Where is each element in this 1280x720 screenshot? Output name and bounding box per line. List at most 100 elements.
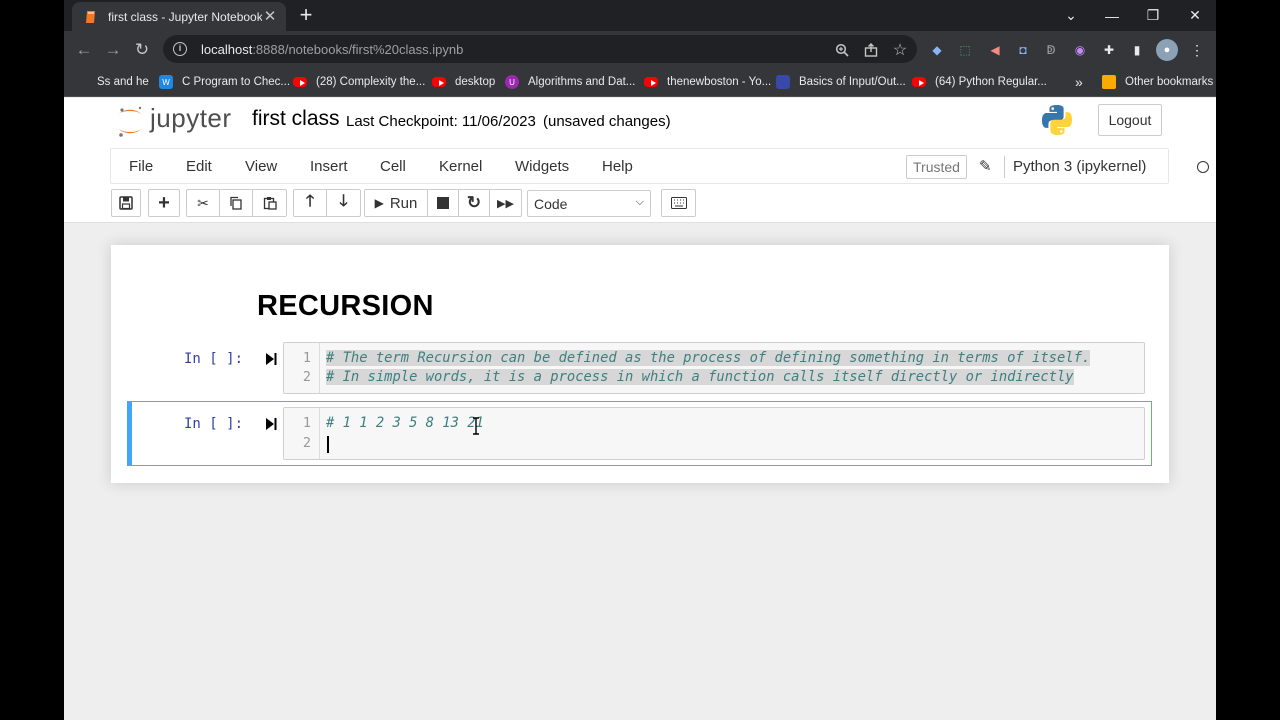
menu-view[interactable]: View [245,158,277,175]
markdown-heading[interactable]: RECURSION [257,290,434,323]
move-up-button[interactable]: 🡑 [294,190,327,216]
kernel-name[interactable]: Python 3 (ipykernel) [1004,156,1146,178]
notebook-favicon-icon [84,10,98,24]
share-icon[interactable] [862,41,880,59]
paste-button[interactable] [253,190,286,216]
youtube-icon [912,77,926,87]
cell-type-select[interactable]: Code ⌵ [527,190,651,217]
clipboard-icon [263,197,277,210]
other-bookmarks[interactable]: Other bookmarks [1102,68,1213,96]
edit-mode-pencil-icon: ✎ [979,158,992,175]
menu-edit[interactable]: Edit [186,158,212,175]
extension-circle-icon[interactable]: ◉ [1071,41,1089,59]
arrow-down-icon: 🡓 [339,192,348,210]
interrupt-button[interactable] [428,190,459,216]
bookmark-item[interactable]: Basics of Input/Out... [776,68,906,96]
zoom-icon[interactable] [833,41,851,59]
tab-search-icon[interactable]: ⌄ [1050,0,1092,31]
url-host: localhost [201,41,253,57]
reload-icon[interactable]: ↻ [130,38,154,62]
line-number: 2 [302,435,311,451]
browser-toolbar: ← → ↻ i localhost :8888/notebooks/first%… [64,31,1216,68]
jupyter-wordmark: jupyter [150,103,232,133]
scissors-icon: ✂ [197,194,209,211]
fast-forward-icon: ▶▶ [497,197,514,210]
bookmark-item[interactable]: Ss and he [74,68,149,96]
stop-icon [437,197,449,209]
line-number-gutter: 1 2 [284,408,320,459]
extension-green-icon[interactable]: ⬚ [956,41,974,59]
run-button[interactable]: ▶ Run [365,190,428,216]
menu-widgets[interactable]: Widgets [515,158,569,175]
close-tab-icon[interactable]: ✕ [262,8,278,25]
code-cell-editor[interactable]: 1 2 # 1 1 2 3 5 8 13 21 [283,407,1145,460]
restart-kernel-button[interactable]: ↻ [459,190,490,216]
bookmark-item[interactable]: (28) Complexity the... [293,68,425,96]
bookmark-item[interactable]: desktop [432,68,495,96]
extension-puzzle-blue-icon[interactable]: ◆ [928,41,946,59]
browser-menu-icon[interactable]: ⋮ [1188,41,1206,59]
bookmark-item[interactable]: thenewboston - Yo... [644,68,771,96]
restore-button[interactable]: ❐ [1132,0,1174,31]
menu-insert[interactable]: Insert [310,158,348,175]
menu-help[interactable]: Help [602,158,633,175]
site-favicon-icon [776,75,790,89]
copy-icon [230,196,242,210]
mouse-ibeam-cursor-icon [473,417,479,435]
keyboard-icon [670,197,687,209]
extension-leaf-icon[interactable]: ↁ [1042,41,1060,59]
cut-button[interactable]: ✂ [187,190,220,216]
bookmarks-bar: Ss and he W C Program to Chec... (28) Co… [64,68,1216,97]
more-bookmarks-button[interactable]: » [1075,68,1083,96]
side-panel-icon[interactable]: ▮ [1128,41,1146,59]
folder-icon [1102,75,1116,89]
back-arrow-icon[interactable]: ← [72,38,96,62]
play-icon: ▶ [374,196,384,210]
line-number: 1 [302,350,311,366]
menu-kernel[interactable]: Kernel [439,158,482,175]
bookmark-item[interactable]: W C Program to Chec... [159,68,290,96]
site-info-icon[interactable]: i [173,42,187,56]
trusted-indicator[interactable]: Trusted [906,155,967,179]
run-button-group: ▶ Run ↻ ▶▶ [364,189,522,217]
run-cell-icon[interactable] [264,417,278,431]
extensions-puzzle-icon[interactable]: ✚ [1100,41,1118,59]
code-line: # In simple words, it is a process in wh… [326,369,1074,385]
code-cell-editor[interactable]: 1 2 # The term Recursion can be defined … [283,342,1145,394]
save-button[interactable] [111,189,141,217]
restart-run-all-button[interactable]: ▶▶ [490,190,521,216]
bookmark-item[interactable]: U Algorithms and Dat... [505,68,635,96]
minimize-button[interactable]: — [1091,0,1133,31]
bookmark-item[interactable]: (64) Python Regular... [912,68,1047,96]
restart-icon: ↻ [466,193,482,212]
menu-file[interactable]: File [129,158,153,175]
move-down-button[interactable]: 🡓 [327,190,360,216]
autosave-status: (unsaved changes) [543,113,671,130]
run-cell-icon[interactable] [264,352,278,366]
cell-input-prompt: In [ ]: [184,416,244,432]
close-window-button[interactable]: ✕ [1174,0,1216,31]
youtube-icon [432,77,446,87]
command-palette-button[interactable] [661,189,696,217]
chevron-down-icon: ⌵ [635,196,644,208]
tab-title: first class - Jupyter Notebook [108,9,262,24]
bookmark-star-icon[interactable]: ☆ [891,41,909,59]
youtube-icon [293,77,307,87]
code-line: # 1 1 2 3 5 8 13 21 [326,415,484,431]
cell-input-prompt: In [ ]: [184,351,244,367]
menu-cell[interactable]: Cell [380,158,406,175]
address-bar[interactable]: i localhost :8888/notebooks/first%20clas… [163,35,917,63]
logout-button[interactable]: Logout [1098,104,1162,136]
extension-audio-icon[interactable]: ◀ [986,41,1004,59]
copy-button[interactable] [220,190,253,216]
new-tab-button[interactable]: + [293,4,319,28]
forward-arrow-icon[interactable]: → [101,38,125,62]
checkpoint-status: Last Checkpoint: 11/06/2023 [346,113,536,130]
jupyter-header: jupyter first class Last Checkpoint: 11/… [64,98,1216,147]
notebook-name[interactable]: first class [252,107,340,131]
browser-tab[interactable]: first class - Jupyter Notebook ✕ [72,2,286,31]
profile-avatar[interactable]: ● [1156,39,1178,61]
extension-screen-icon[interactable]: ◘ [1014,41,1032,59]
edit-button-group: ✂ [186,189,287,217]
insert-cell-below-button[interactable]: + [148,189,180,217]
